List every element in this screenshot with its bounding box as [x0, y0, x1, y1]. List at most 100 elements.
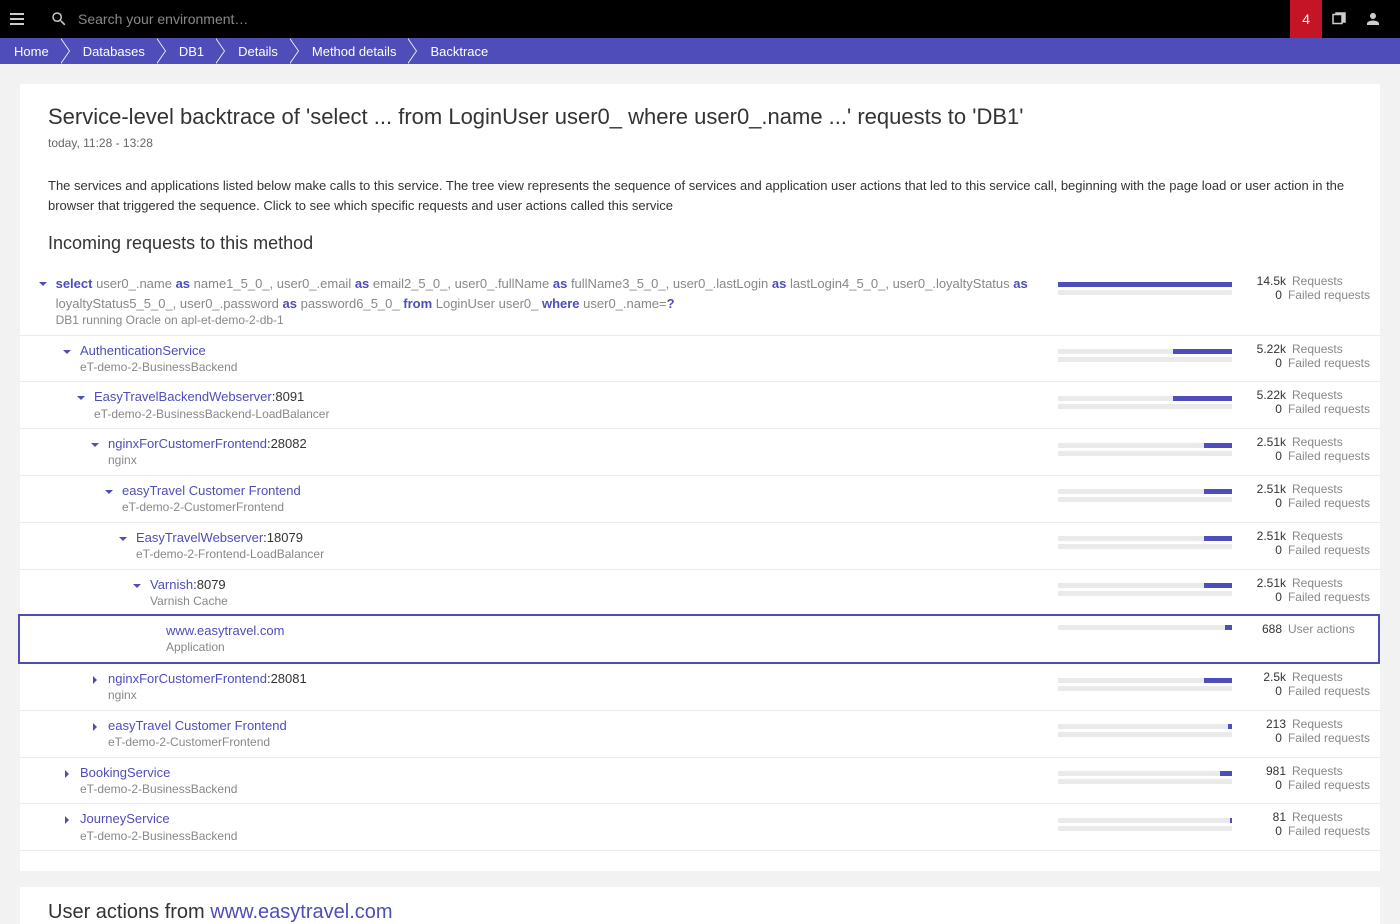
failed-count: 0 — [1244, 496, 1282, 510]
failed-count: 0 — [1244, 288, 1282, 302]
node-subtitle: eT-demo-2-BusinessBackend-LoadBalancer — [94, 407, 329, 423]
menu-icon[interactable] — [10, 9, 30, 29]
request-label: Requests — [1292, 670, 1370, 684]
request-label: Requests — [1292, 576, 1370, 590]
request-bar — [1058, 583, 1232, 596]
request-bar — [1058, 489, 1232, 502]
request-count: 688 — [1244, 622, 1282, 636]
node-title: EasyTravelWebserver:18079 — [136, 529, 324, 547]
request-label: Requests — [1292, 717, 1370, 731]
node-subtitle: eT-demo-2-BusinessBackend — [80, 360, 237, 376]
section-title: Incoming requests to this method — [48, 233, 1352, 254]
request-count: 5.22k — [1248, 388, 1286, 402]
failed-count: 0 — [1244, 684, 1282, 698]
failed-count: 0 — [1244, 824, 1282, 838]
request-bar — [1058, 536, 1232, 549]
node-subtitle: nginx — [108, 453, 307, 469]
node-title: AuthenticationService — [80, 342, 237, 360]
user-icon[interactable] — [1356, 0, 1390, 38]
request-label: Requests — [1292, 482, 1370, 496]
failed-count: 0 — [1244, 449, 1282, 463]
tree-row[interactable]: AuthenticationServiceeT-demo-2-BusinessB… — [20, 336, 1380, 383]
tree-row[interactable]: JourneyServiceeT-demo-2-BusinessBackend8… — [20, 804, 1380, 851]
request-bar — [1058, 282, 1232, 295]
request-bar — [1058, 771, 1232, 784]
search-input[interactable] — [78, 11, 1290, 27]
breadcrumb-item[interactable]: Method details — [298, 38, 417, 64]
request-bar — [1058, 349, 1232, 362]
tree-row[interactable]: easyTravel Customer FrontendeT-demo-2-Cu… — [20, 476, 1380, 523]
request-bar — [1058, 625, 1232, 633]
request-count: 81 — [1248, 810, 1286, 824]
failed-label: Failed requests — [1288, 684, 1370, 698]
chevron-down-icon[interactable] — [38, 277, 50, 289]
node-subtitle: Application — [166, 640, 284, 656]
chevron-down-icon[interactable] — [104, 485, 116, 497]
request-label: Requests — [1292, 529, 1370, 543]
chevron-down-icon[interactable] — [76, 391, 88, 403]
node-title: easyTravel Customer Frontend — [122, 482, 301, 500]
breadcrumb-item[interactable]: Databases — [69, 38, 165, 64]
tree-row[interactable]: select user0_.name as name1_5_0_, user0_… — [20, 268, 1380, 336]
node-subtitle: eT-demo-2-CustomerFrontend — [108, 735, 287, 751]
page-description: The services and applications listed bel… — [48, 176, 1352, 215]
tree-row[interactable]: BookingServiceeT-demo-2-BusinessBackend 9… — [20, 758, 1380, 805]
chevron-right-icon[interactable] — [90, 720, 102, 732]
failed-label: Failed requests — [1288, 590, 1370, 604]
request-bar — [1058, 396, 1232, 409]
request-label: Requests — [1292, 342, 1370, 356]
node-title: BookingService — [80, 764, 237, 782]
user-actions-prefix: User actions from — [48, 901, 210, 923]
node-subtitle: eT-demo-2-CustomerFrontend — [122, 500, 301, 516]
sql-statement: select user0_.name as name1_5_0_, user0_… — [56, 274, 1058, 313]
user-actions-link[interactable]: www.easytravel.com — [210, 901, 392, 923]
tree-row[interactable]: easyTravel Customer FrontendeT-demo-2-Cu… — [20, 711, 1380, 758]
request-label: Requests — [1292, 435, 1370, 449]
page-title: Service-level backtrace of 'select ... f… — [48, 104, 1352, 130]
notification-badge[interactable]: 4 — [1290, 0, 1322, 38]
search-icon[interactable] — [50, 10, 68, 28]
node-subtitle: DB1 running Oracle on apl-et-demo-2-db-1 — [56, 313, 1058, 329]
breadcrumb-item[interactable]: Details — [224, 38, 298, 64]
chevron-right-icon[interactable] — [90, 673, 102, 685]
node-subtitle: Varnish Cache — [150, 594, 228, 610]
failed-count: 0 — [1244, 402, 1282, 416]
request-count: 2.5k — [1248, 670, 1286, 684]
topbar: 4 — [0, 0, 1400, 38]
request-count: 981 — [1248, 764, 1286, 778]
chevron-down-icon[interactable] — [118, 532, 130, 544]
tree-row[interactable]: nginxForCustomerFrontend:28082nginx2.51k… — [20, 429, 1380, 476]
chevron-right-icon[interactable] — [62, 813, 74, 825]
request-label: User actions — [1288, 622, 1366, 636]
windows-icon[interactable] — [1322, 0, 1356, 38]
tree-row[interactable]: www.easytravel.comApplication688User act… — [18, 614, 1380, 664]
breadcrumb-item[interactable]: Backtrace — [416, 38, 508, 64]
request-bar — [1058, 678, 1232, 691]
node-title: nginxForCustomerFrontend:28082 — [108, 435, 307, 453]
chevron-down-icon[interactable] — [90, 438, 102, 450]
tree-row[interactable]: EasyTravelWebserver:18079eT-demo-2-Front… — [20, 523, 1380, 570]
failed-label: Failed requests — [1288, 543, 1370, 557]
request-bar — [1058, 818, 1232, 831]
breadcrumb-item[interactable]: Home — [0, 38, 69, 64]
failed-count: 0 — [1244, 778, 1282, 792]
node-subtitle: nginx — [108, 688, 307, 704]
failed-label: Failed requests — [1288, 731, 1370, 745]
tree-row[interactable]: nginxForCustomerFrontend:28081nginx 2.5k R… — [20, 664, 1380, 711]
request-count: 2.51k — [1248, 529, 1286, 543]
request-label: Requests — [1292, 388, 1370, 402]
node-subtitle: eT-demo-2-BusinessBackend — [80, 782, 237, 798]
request-bar — [1058, 724, 1232, 737]
failed-label: Failed requests — [1288, 402, 1370, 416]
tree-row[interactable]: EasyTravelBackendWebserver:8091eT-demo-2… — [20, 382, 1380, 429]
user-actions-panel: User actions from www.easytravel.com — [20, 887, 1380, 924]
chevron-right-icon[interactable] — [62, 767, 74, 779]
request-bar — [1058, 443, 1232, 456]
node-subtitle: eT-demo-2-BusinessBackend — [80, 829, 237, 845]
breadcrumb-item[interactable]: DB1 — [165, 38, 224, 64]
chevron-down-icon[interactable] — [62, 345, 74, 357]
breadcrumb: HomeDatabasesDB1DetailsMethod detailsBac… — [0, 38, 1400, 64]
chevron-down-icon[interactable] — [132, 579, 144, 591]
node-title: nginxForCustomerFrontend:28081 — [108, 670, 307, 688]
tree-row[interactable]: Varnish:8079Varnish Cache2.51kRequests0F… — [20, 570, 1380, 617]
